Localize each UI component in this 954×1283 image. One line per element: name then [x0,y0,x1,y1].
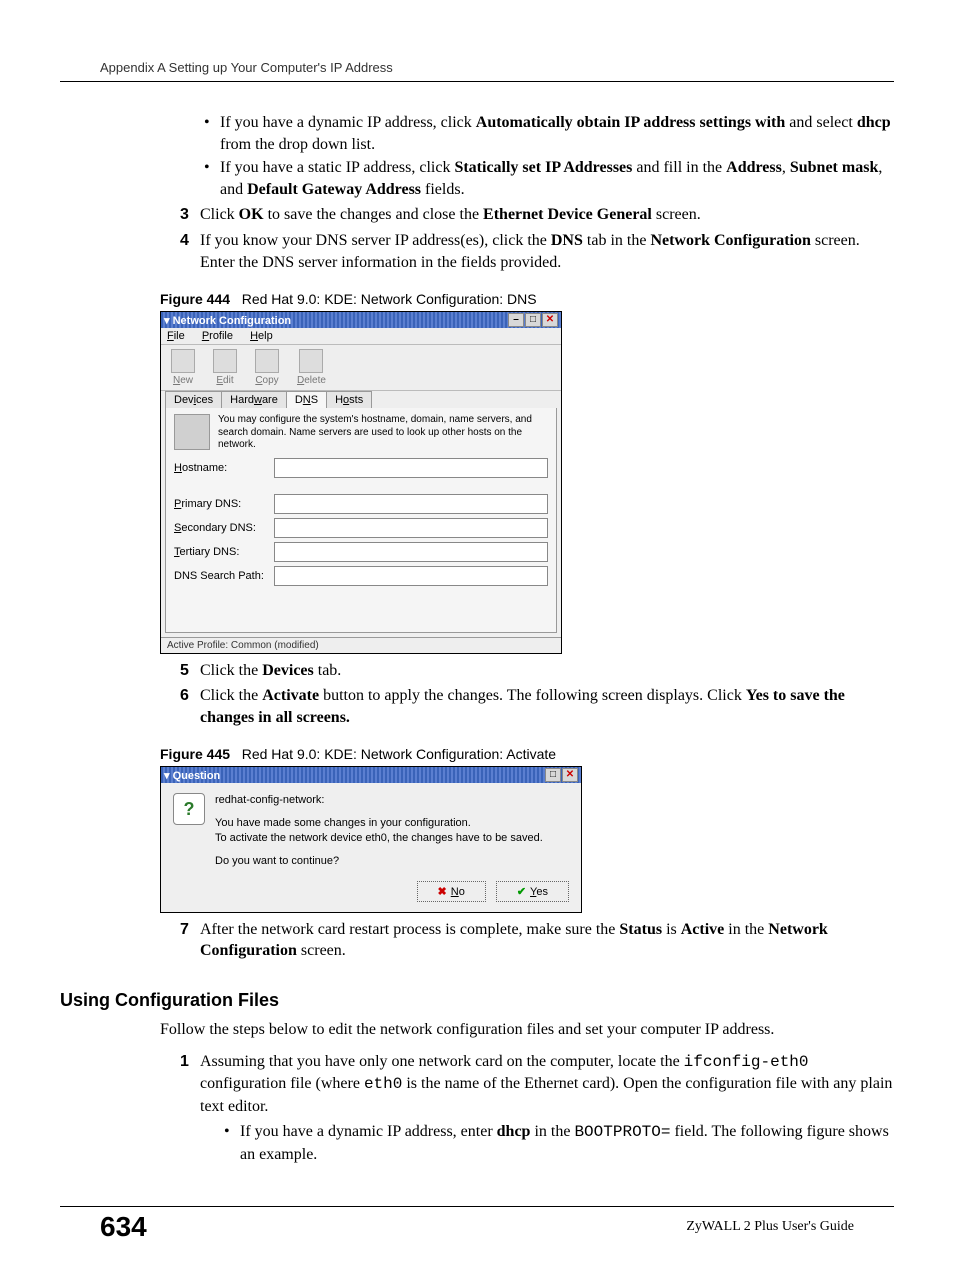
tab-hosts[interactable]: Hosts [326,391,372,408]
menu-help[interactable]: Help [250,330,273,342]
menu-profile[interactable]: Profile [202,330,233,342]
primary-dns-field[interactable] [274,494,548,514]
tab-dns[interactable]: DNS [286,391,327,408]
step-5: 5 Click the Devices tab. [180,660,894,682]
label-tertiary-dns: Tertiary DNS: [174,546,274,558]
close-icon[interactable]: ✕ [542,313,558,327]
page-number: 634 [100,1211,147,1243]
label-dns-search-path: DNS Search Path: [174,570,274,582]
bullet-static-ip: If you have a static IP address, click S… [200,157,894,200]
step-4: 4 If you know your DNS server IP address… [180,230,894,273]
toolbar-new[interactable]: New [171,349,195,386]
no-icon: ✖ [438,886,447,898]
yes-icon: ✔ [517,886,526,898]
window-indicator-icon: ▾ [164,770,170,782]
guide-name: ZyWALL 2 Plus User's Guide [686,1211,854,1235]
bullet-dynamic-ip: If you have a dynamic IP address, click … [200,112,894,155]
cfg-bullet-dhcp: If you have a dynamic IP address, enter … [220,1121,894,1165]
new-icon [171,349,195,373]
dns-title: Network Configuration [173,315,292,327]
dns-search-path-field[interactable] [274,566,548,586]
dns-menubar: File Profile Help [161,328,561,345]
dns-title-bar: ▾ Network Configuration –□✕ [161,312,561,328]
activate-dialog: ▾ Question □✕ ? redhat-config-network: Y… [160,766,582,912]
section-using-config-files: Using Configuration Files [60,990,894,1011]
dns-tabs: Devices Hardware DNS Hosts [161,391,561,408]
step-3: 3 Click OK to save the changes and close… [180,204,894,226]
step-6: 6 Click the Activate button to apply the… [180,685,894,728]
minimize-icon[interactable]: – [508,313,524,327]
dns-window: ▾ Network Configuration –□✕ File Profile… [160,311,562,654]
menu-file[interactable]: File [167,330,185,342]
tab-hardware[interactable]: Hardware [221,391,287,408]
page-header: Appendix A Setting up Your Computer's IP… [60,60,894,82]
section-intro: Follow the steps below to edit the netwo… [160,1019,894,1041]
dns-toolbar: New Edit Copy Delete [161,345,561,391]
question-icon: ? [173,793,205,825]
toolbar-copy[interactable]: Copy [255,349,279,386]
yes-button[interactable]: ✔Yes [496,881,569,902]
no-button[interactable]: ✖No [417,881,486,902]
activate-title-bar: ▾ Question □✕ [161,767,581,783]
tab-devices[interactable]: Devices [165,391,222,408]
label-hostname: Hostname: [174,462,274,474]
tertiary-dns-field[interactable] [274,542,548,562]
activate-title: Question [173,770,221,782]
copy-icon [255,349,279,373]
dns-statusbar: Active Profile: Common (modified) [161,637,561,653]
toolbar-edit[interactable]: Edit [213,349,237,386]
delete-icon [299,349,323,373]
close-icon[interactable]: ✕ [562,768,578,782]
dns-desc-icon [174,414,210,450]
activate-message: redhat-config-network: You have made som… [215,793,543,868]
figure-445-caption: Figure 445 Red Hat 9.0: KDE: Network Con… [160,746,894,762]
cfg-step-1: 1 Assuming that you have only one networ… [180,1051,894,1118]
maximize-icon[interactable]: □ [525,313,541,327]
window-indicator-icon: ▾ [164,315,170,327]
maximize-icon[interactable]: □ [545,768,561,782]
secondary-dns-field[interactable] [274,518,548,538]
dns-tab-body: You may configure the system's hostname,… [165,408,557,633]
figure-444-caption: Figure 444 Red Hat 9.0: KDE: Network Con… [160,291,894,307]
page-footer: 634 ZyWALL 2 Plus User's Guide [60,1206,894,1263]
label-primary-dns: Primary DNS: [174,498,274,510]
label-secondary-dns: Secondary DNS: [174,522,274,534]
step-7: 7 After the network card restart process… [180,919,894,962]
toolbar-delete[interactable]: Delete [297,349,326,386]
hostname-field[interactable] [274,458,548,478]
dns-desc-text: You may configure the system's hostname,… [218,414,548,452]
edit-icon [213,349,237,373]
